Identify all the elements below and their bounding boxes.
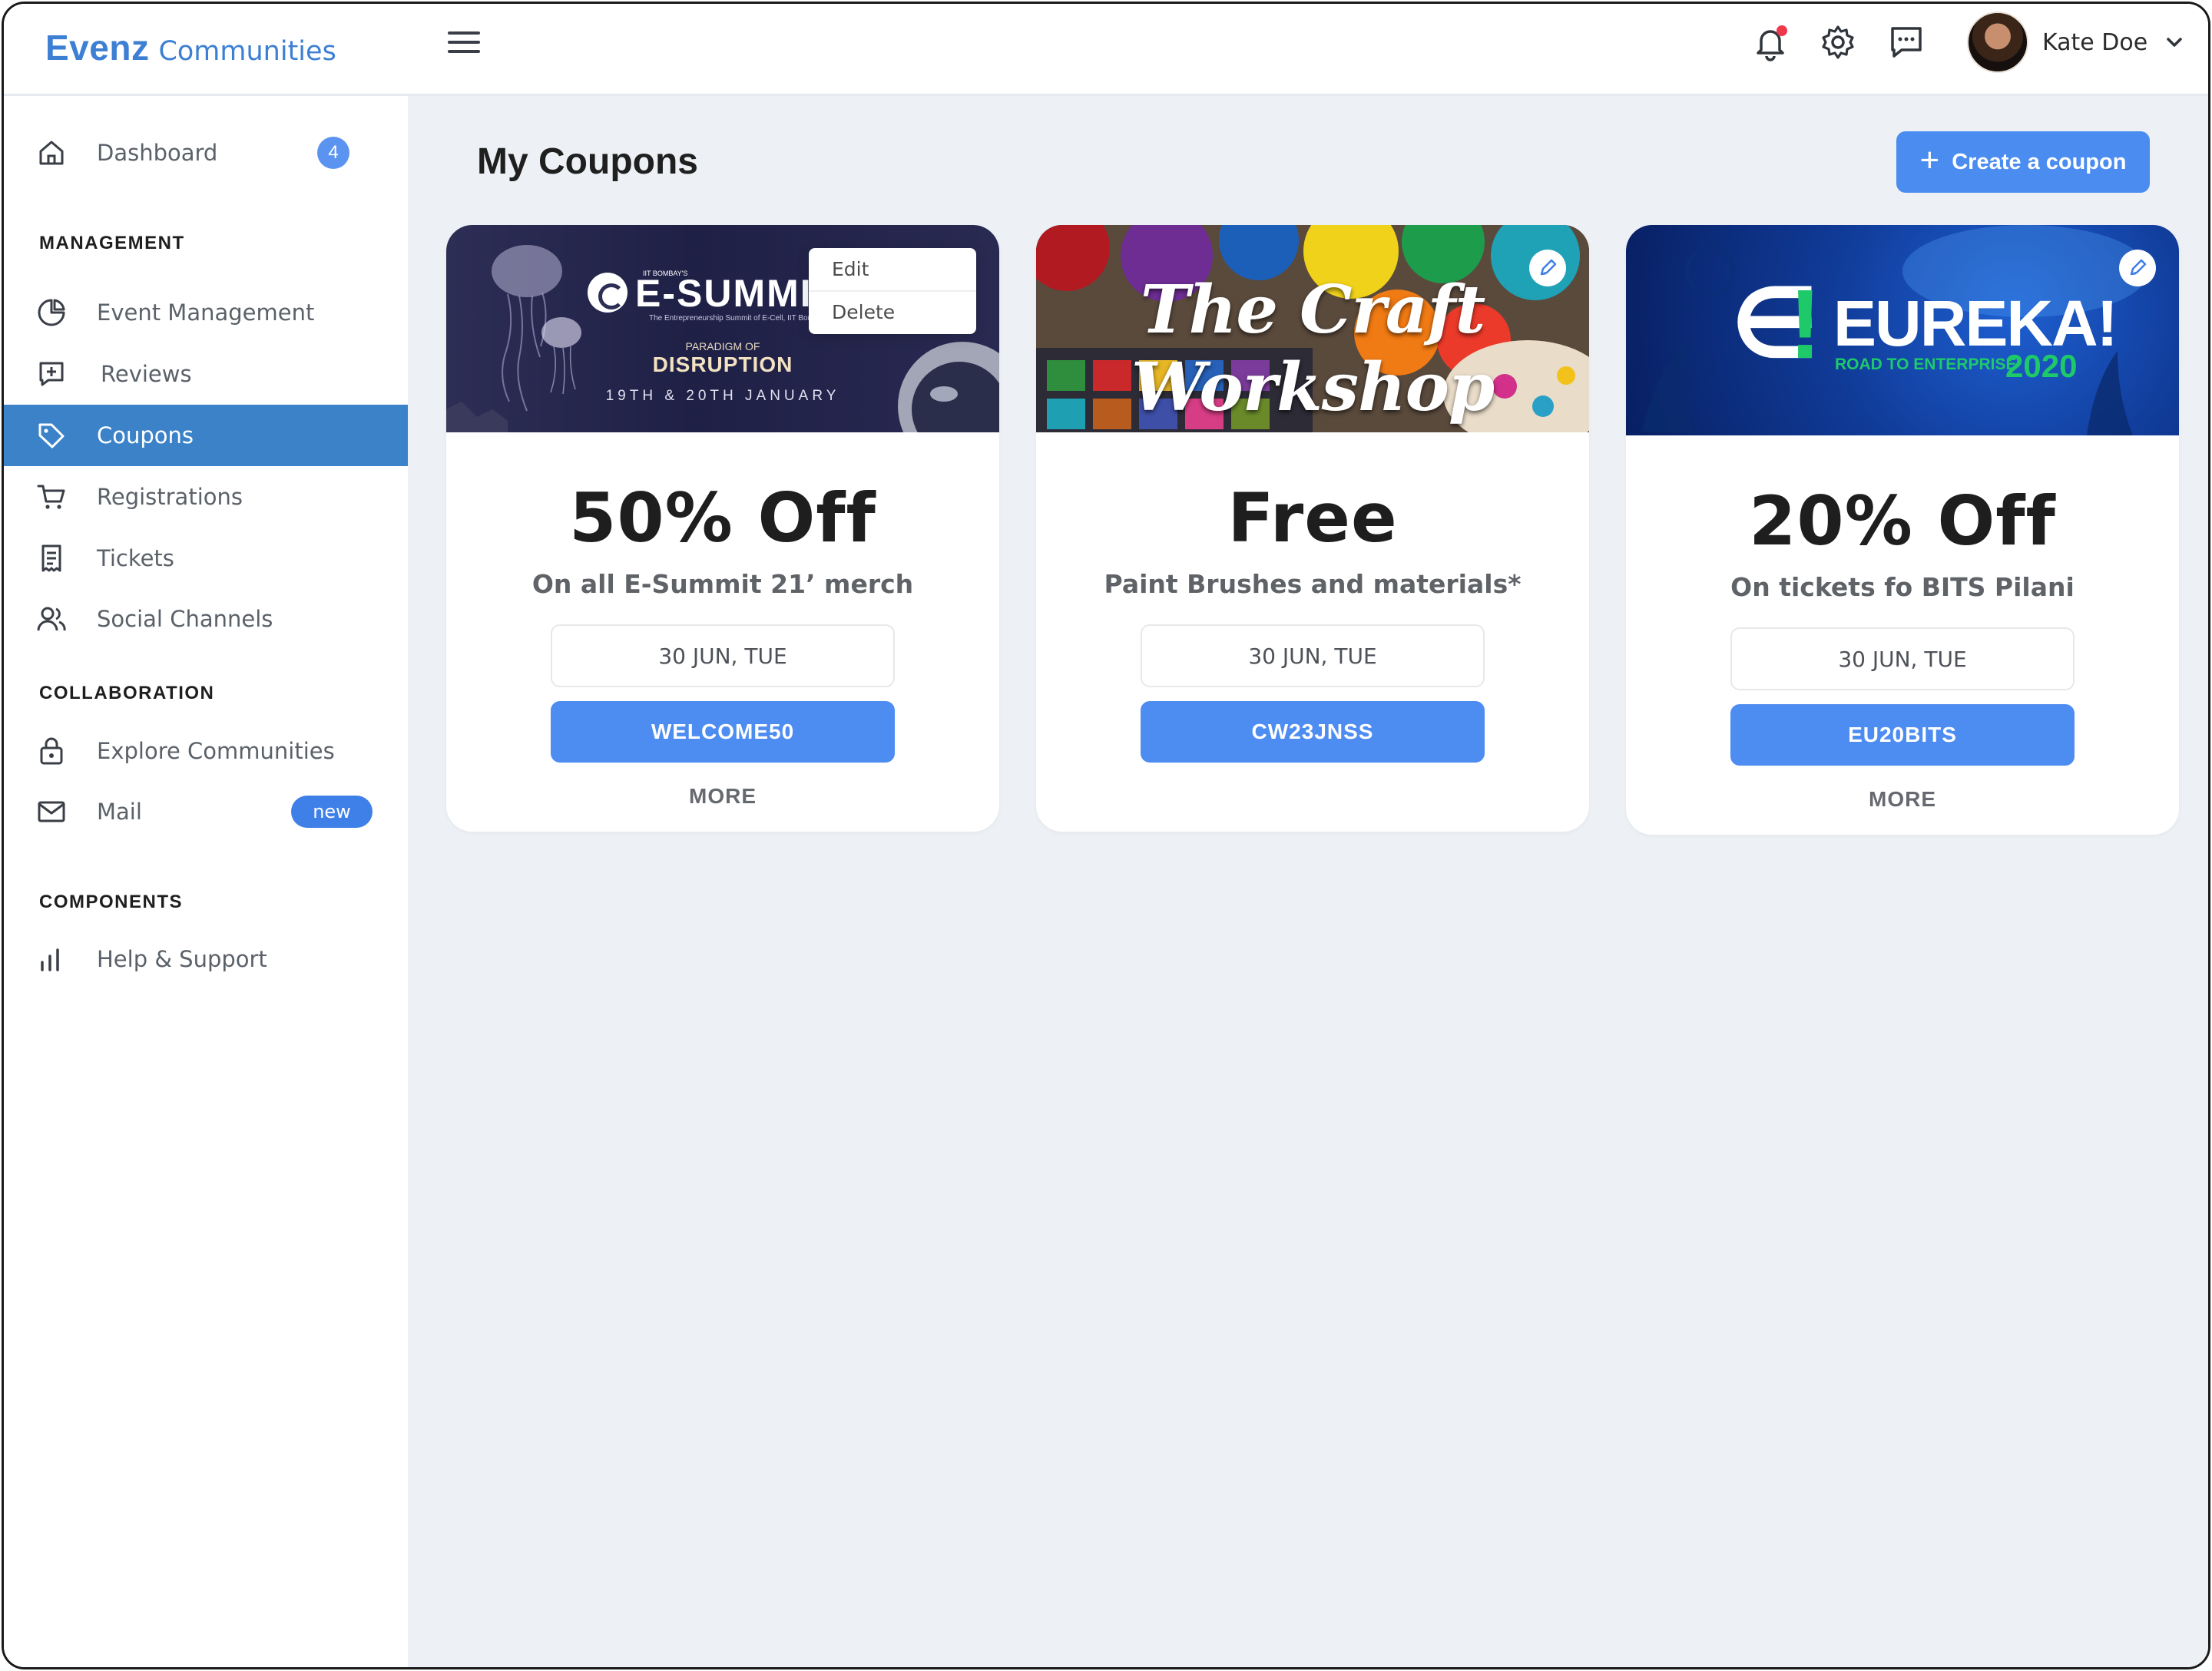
sidebar-item-label: Tickets <box>97 545 174 571</box>
sidebar-item-dashboard[interactable]: Dashboard 4 <box>4 122 408 184</box>
users-icon <box>37 607 66 631</box>
coupon-card-craft-workshop: The Craft Workshop Free Paint Brushes an… <box>1036 225 1589 832</box>
esummit-tagline: The Entrepreneurship Summit of E-Cell, I… <box>649 314 827 323</box>
add-review-icon <box>39 362 64 386</box>
bell-icon[interactable] <box>1750 22 1790 62</box>
coupon-code-button[interactable]: WELCOME50 <box>551 701 895 763</box>
bar-chart-icon <box>41 948 59 971</box>
sidebar-item-label: Dashboard <box>97 140 218 166</box>
sidebar-item-label: Coupons <box>97 422 194 448</box>
brand-suffix: Communities <box>158 36 336 67</box>
coupon-context-menu: Edit Delete <box>809 248 976 334</box>
section-heading-collaboration: COLLABORATION <box>39 683 215 703</box>
notification-dot <box>1777 25 1787 36</box>
brand-name: Evenz <box>45 28 150 68</box>
dashboard-count-badge: 4 <box>317 137 349 169</box>
esummit-theme: DISRUPTION <box>652 352 793 376</box>
menu-item-delete[interactable]: Delete <box>809 290 976 333</box>
menu-item-edit[interactable]: Edit <box>809 248 976 290</box>
sidebar-item-reviews[interactable]: Reviews <box>4 343 408 405</box>
new-badge: new <box>291 796 373 828</box>
eureka-subtitle: ROAD TO ENTERPRISE <box>1835 356 2017 373</box>
esummit-dates: 19TH & 20TH JANUARY <box>605 388 840 404</box>
create-coupon-button[interactable]: + Create a coupon <box>1896 131 2150 193</box>
pencil-icon <box>1540 259 1557 276</box>
esummit-theme-top: PARADIGM OF <box>685 340 760 352</box>
cart-icon <box>37 485 65 509</box>
coupon-banner-craft-workshop: The Craft Workshop <box>1036 225 1589 432</box>
coupon-card-esummit: IIT BOMBAY'S E-SUMMIT The Entrepreneursh… <box>446 225 999 832</box>
coupon-card-eureka: ∈ ! EUREKA! ROAD TO ENTERPRISE 2020 20% … <box>1626 225 2179 835</box>
coupon-date: 30 JUN, TUE <box>551 624 895 687</box>
coupon-subtitle: On all E-Summit 21’ merch <box>531 569 914 599</box>
sidebar-item-label: Explore Communities <box>97 738 335 764</box>
pencil-icon <box>2130 259 2147 276</box>
home-icon <box>39 141 64 165</box>
lock-icon <box>40 737 63 765</box>
eureka-exclamation-mark: ! <box>1789 270 1822 379</box>
hamburger-icon[interactable] <box>446 28 483 59</box>
coupon-code-button[interactable]: CW23JNSS <box>1141 701 1485 763</box>
sidebar-item-label: Reviews <box>101 361 192 387</box>
sidebar-item-tickets[interactable]: Tickets <box>4 528 408 589</box>
sidebar-item-label: Social Channels <box>97 606 273 632</box>
coupon-subtitle: Paint Brushes and materials* <box>1104 569 1522 599</box>
coupon-date: 30 JUN, TUE <box>1141 624 1485 687</box>
user-menu[interactable]: Kate Doe <box>1967 10 2184 74</box>
app-window: Evenz Communities Kate Doe Dashboard 4 M… <box>2 2 2210 1669</box>
coupon-subtitle: On tickets fo BITS Pilani <box>1730 572 2075 602</box>
ticket-icon <box>41 544 61 572</box>
gear-icon[interactable] <box>1818 22 1858 62</box>
sidebar-item-label: Help & Support <box>97 946 267 972</box>
sidebar-item-label: Event Management <box>97 299 315 326</box>
section-heading-components: COMPONENTS <box>39 892 184 912</box>
eureka-title: EUREKA! <box>1833 287 2118 359</box>
craft-workshop-title: The Craft Workshop <box>1131 271 1495 426</box>
sidebar-item-help-support[interactable]: Help & Support <box>4 928 408 990</box>
coupon-headline: Free <box>1227 478 1398 558</box>
esummit-title: E-SUMMIT <box>635 272 838 315</box>
main-content: My Coupons + Create a coupon IIT BOMBAY'… <box>408 96 2208 1667</box>
create-coupon-label: Create a coupon <box>1952 149 2127 174</box>
coupon-banner-eureka: ∈ ! EUREKA! ROAD TO ENTERPRISE 2020 <box>1626 225 2179 435</box>
sidebar-item-social-channels[interactable]: Social Channels <box>4 588 408 650</box>
sidebar-item-coupons[interactable]: Coupons <box>4 405 408 466</box>
coupon-headline: 20% Off <box>1749 481 2056 561</box>
edit-coupon-button[interactable] <box>1529 250 1566 286</box>
avatar <box>1967 12 2028 73</box>
top-bar: Evenz Communities Kate Doe <box>4 4 2208 96</box>
coupon-code-button[interactable]: EU20BITS <box>1730 704 2075 766</box>
plus-icon: + <box>1919 141 1940 179</box>
page-title: My Coupons <box>477 141 698 182</box>
sidebar-item-label: Mail <box>97 799 142 825</box>
sidebar-item-event-management[interactable]: Event Management <box>4 282 408 343</box>
section-heading-management: MANAGEMENT <box>39 233 185 253</box>
edit-coupon-button[interactable] <box>2119 250 2156 286</box>
sidebar-item-registrations[interactable]: Registrations <box>4 466 408 528</box>
coupon-date: 30 JUN, TUE <box>1730 627 2075 690</box>
esummit-logo <box>588 273 628 313</box>
pie-chart-icon <box>38 299 65 326</box>
chevron-down-icon <box>2167 38 2182 47</box>
sidebar-item-mail[interactable]: Mail new <box>4 781 408 842</box>
user-name: Kate Doe <box>2042 28 2148 56</box>
brand-logo[interactable]: Evenz Communities <box>45 27 336 68</box>
more-link[interactable]: MORE <box>446 784 999 809</box>
sidebar: Dashboard 4 MANAGEMENT Event Management … <box>4 96 408 1667</box>
sidebar-item-explore-communities[interactable]: Explore Communities <box>4 720 408 782</box>
tag-icon <box>38 423 65 448</box>
chat-icon[interactable] <box>1886 22 1926 62</box>
mail-icon <box>38 801 65 822</box>
more-link[interactable]: MORE <box>1626 787 2179 812</box>
coupon-headline: 50% Off <box>569 478 876 558</box>
sidebar-item-label: Registrations <box>97 484 243 510</box>
eureka-year: 2020 <box>2005 348 2078 384</box>
